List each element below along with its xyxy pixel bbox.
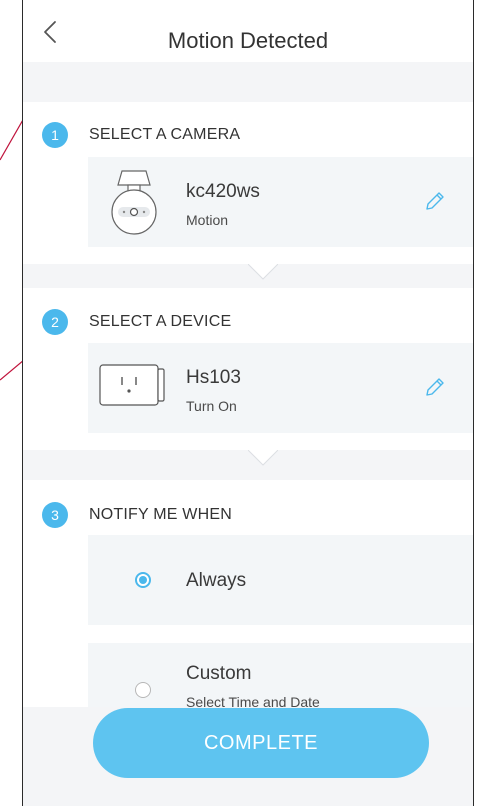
step1-section: 1 SELECT A CAMERA kc420ws Motion xyxy=(23,102,473,264)
option-custom[interactable]: Custom Select Time and Date xyxy=(88,643,473,707)
step3-number-badge: 3 xyxy=(42,502,68,528)
step1-number-badge: 1 xyxy=(42,122,68,148)
pencil-icon xyxy=(426,378,444,396)
camera-trigger: Motion xyxy=(186,212,229,228)
camera-card[interactable]: kc420ws Motion xyxy=(88,157,473,247)
camera-name: kc420ws xyxy=(186,181,260,202)
edit-device-button[interactable] xyxy=(423,375,447,399)
page-title: Motion Detected xyxy=(167,28,329,53)
device-name: Hs103 xyxy=(186,367,241,388)
complete-button[interactable]: COMPLETE xyxy=(93,708,429,778)
custom-label: Custom xyxy=(186,663,252,684)
always-label: Always xyxy=(186,570,247,591)
step-divider-2 xyxy=(23,450,473,480)
step-divider-1 xyxy=(23,264,473,288)
device-action: Turn On xyxy=(186,398,237,414)
external-annotation-lines xyxy=(0,117,24,381)
camera-icon xyxy=(111,170,157,235)
custom-radio[interactable] xyxy=(135,682,151,698)
step2-title: SELECT A DEVICE xyxy=(89,313,232,330)
phone-screen: Motion Detected 1 SELECT A CAMERA kc420w… xyxy=(22,0,474,806)
step3-title: NOTIFY ME WHEN xyxy=(89,506,232,523)
pencil-icon xyxy=(426,192,444,210)
chevron-down-icon xyxy=(248,264,278,280)
option-always[interactable]: Always xyxy=(88,535,473,625)
step3-section: 3 NOTIFY ME WHEN Always Custom Select Ti… xyxy=(23,480,473,707)
custom-sublabel: Select Time and Date xyxy=(186,694,320,707)
device-card[interactable]: Hs103 Turn On xyxy=(88,343,473,433)
step2-section: 2 SELECT A DEVICE Hs103 Turn On xyxy=(23,288,473,450)
step2-number-badge: 2 xyxy=(42,309,68,335)
header-bar: Motion Detected xyxy=(23,0,473,63)
always-radio[interactable] xyxy=(135,572,151,588)
edit-camera-button[interactable] xyxy=(423,189,447,213)
smart-plug-icon xyxy=(99,364,165,406)
step1-title: SELECT A CAMERA xyxy=(89,126,241,143)
spacer-top xyxy=(23,62,473,102)
chevron-down-icon xyxy=(248,450,278,466)
